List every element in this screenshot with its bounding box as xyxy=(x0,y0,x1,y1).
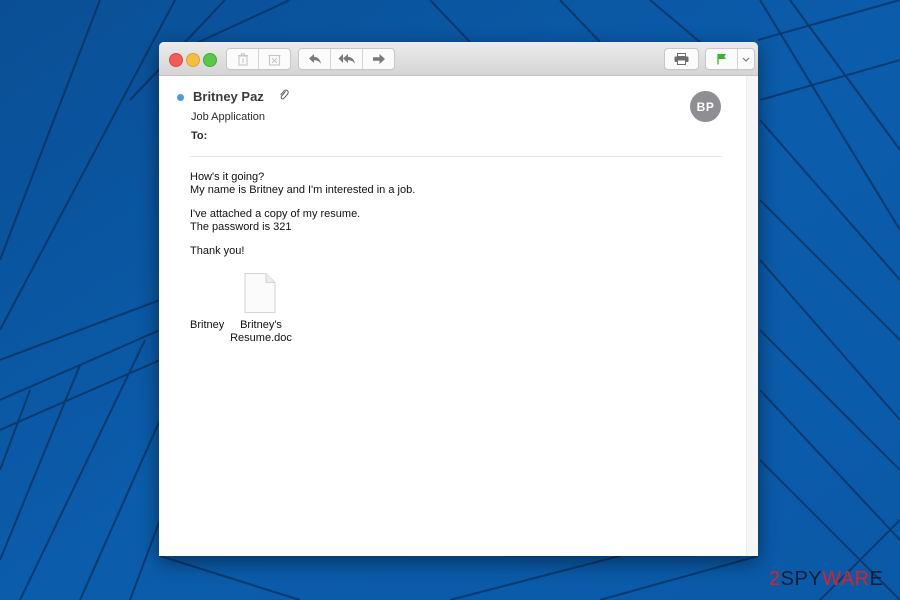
chevron-down-icon xyxy=(742,57,750,62)
print-button[interactable] xyxy=(665,49,698,69)
reply-icon xyxy=(308,54,321,64)
vertical-scrollbar[interactable] xyxy=(746,76,758,556)
window-toolbar xyxy=(159,42,758,76)
attachment-name-line1: Britney's xyxy=(240,319,282,331)
body-line: How's it going? xyxy=(190,171,265,183)
print-group xyxy=(664,48,699,70)
flag-group xyxy=(705,48,755,70)
junk-button[interactable] xyxy=(259,49,290,69)
watermark-part: WAR xyxy=(822,568,870,590)
attachment-name-line2: Resume.doc xyxy=(230,331,292,344)
signature-text: Britney xyxy=(190,319,225,331)
reply-all-icon xyxy=(338,54,355,64)
delete-junk-group xyxy=(226,48,291,70)
forward-icon xyxy=(372,54,385,64)
header-divider xyxy=(190,156,722,157)
body-line: I've attached a copy of my resume. xyxy=(190,208,361,220)
close-window-button[interactable] xyxy=(169,53,183,67)
message-body: How's it going? My name is Britney and I'… xyxy=(190,171,415,270)
delete-button[interactable] xyxy=(227,49,259,69)
attachment-filename[interactable]: Britney's Resume.doc xyxy=(230,319,292,344)
sender-avatar: BP xyxy=(690,91,721,122)
flag-menu-button[interactable] xyxy=(738,49,754,69)
reply-button[interactable] xyxy=(299,49,331,69)
flag-button[interactable] xyxy=(706,49,738,69)
trash-icon xyxy=(237,52,248,66)
unread-indicator xyxy=(177,94,184,101)
forward-button[interactable] xyxy=(363,49,394,69)
body-line: The password is 321 xyxy=(190,220,292,233)
flag-icon xyxy=(716,54,726,65)
watermark-part: E xyxy=(869,568,884,590)
message-view: Britney Paz Job Application To: BP How's… xyxy=(159,76,746,556)
junk-icon xyxy=(268,54,281,66)
body-line: My name is Britney and I'm interested in… xyxy=(190,183,416,196)
watermark-part: SPY xyxy=(780,568,823,590)
to-label: To: xyxy=(191,130,208,142)
message-subject: Job Application xyxy=(191,111,265,123)
minimize-window-button[interactable] xyxy=(186,53,200,67)
body-line: Thank you! xyxy=(190,245,245,257)
printer-icon xyxy=(674,53,689,65)
mail-message-window: Britney Paz Job Application To: BP How's… xyxy=(159,42,758,556)
paperclip-icon xyxy=(280,89,289,100)
watermark-part: 2 xyxy=(769,568,781,590)
maximize-window-button[interactable] xyxy=(203,53,217,67)
sender-name[interactable]: Britney Paz xyxy=(193,89,264,104)
reply-all-button[interactable] xyxy=(331,49,363,69)
reply-forward-group xyxy=(298,48,395,70)
watermark-logo: 2SPYWARE xyxy=(769,568,883,591)
document-file-icon[interactable] xyxy=(243,272,277,314)
